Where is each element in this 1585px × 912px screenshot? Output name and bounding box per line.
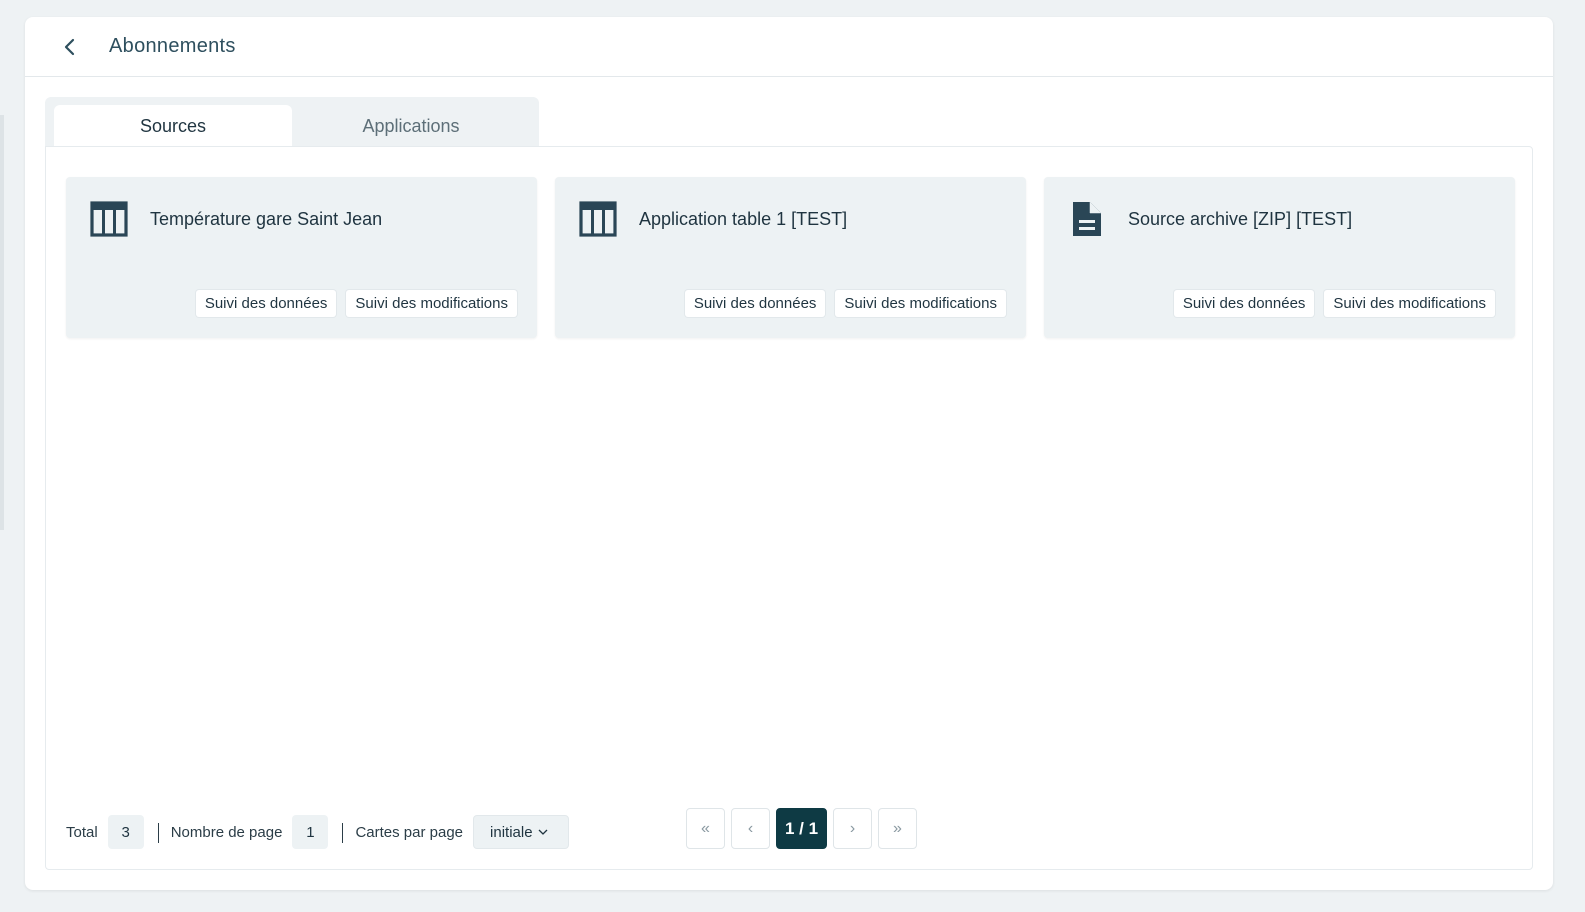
table-icon [90, 201, 128, 237]
current-page-indicator[interactable]: 1 / 1 [776, 808, 827, 849]
changes-tracking-button[interactable]: Suivi des modifications [1324, 290, 1495, 317]
data-tracking-button[interactable]: Suivi des données [1173, 290, 1315, 317]
total-label: Total [66, 823, 98, 841]
page-count: 1 [292, 815, 329, 849]
page-count-label: Nombre de page [170, 823, 283, 841]
card-title: Application table 1 [TEST] [639, 209, 848, 229]
card-actions: Suivi des données Suivi des modification… [195, 290, 517, 317]
changes-tracking-button[interactable]: Suivi des modifications [835, 290, 1006, 317]
cards-per-page-select[interactable]: initiale [473, 815, 570, 849]
divider [157, 823, 159, 843]
pagination: « ‹ 1 / 1 › » [686, 808, 917, 849]
first-page-button[interactable]: « [686, 808, 725, 849]
page-title: Abonnements [109, 35, 236, 57]
tab-sources[interactable]: Sources [54, 105, 292, 147]
document-icon [1073, 202, 1101, 236]
tab-content: Température gare Saint Jean Suivi des do… [45, 146, 1533, 870]
cards-per-page-value: initiale [490, 823, 533, 841]
subscription-card[interactable]: Température gare Saint Jean Suivi des do… [66, 177, 537, 338]
table-icon [579, 201, 617, 237]
left-edge-strip [0, 115, 4, 530]
chevron-left-icon [64, 38, 75, 55]
last-page-button[interactable]: » [878, 808, 917, 849]
chevron-down-icon [538, 829, 548, 835]
back-button[interactable] [61, 38, 79, 56]
card-title: Source archive [ZIP] [TEST] [1128, 209, 1353, 229]
cards-per-page-label: Cartes par page [355, 823, 464, 841]
card-title: Température gare Saint Jean [150, 209, 383, 229]
divider [342, 823, 344, 843]
page-header: Abonnements [25, 17, 1553, 77]
card-list: Température gare Saint Jean Suivi des do… [66, 177, 1515, 338]
data-tracking-button[interactable]: Suivi des données [684, 290, 826, 317]
subscription-card[interactable]: Source archive [ZIP] [TEST] Suivi des do… [1044, 177, 1515, 338]
next-page-button[interactable]: › [833, 808, 872, 849]
data-tracking-button[interactable]: Suivi des données [195, 290, 337, 317]
total-count: 3 [107, 815, 144, 849]
card-actions: Suivi des données Suivi des modification… [684, 290, 1006, 317]
tab-bar: Sources Applications [45, 97, 539, 147]
results-footer: Total 3 Nombre de page 1 Cartes par page… [66, 815, 570, 849]
subscription-card[interactable]: Application table 1 [TEST] Suivi des don… [555, 177, 1026, 338]
previous-page-button[interactable]: ‹ [731, 808, 770, 849]
tab-applications[interactable]: Applications [292, 105, 530, 147]
card-actions: Suivi des données Suivi des modification… [1173, 290, 1495, 317]
main-panel: Abonnements Sources Applications Tempéra… [25, 17, 1553, 890]
changes-tracking-button[interactable]: Suivi des modifications [346, 290, 517, 317]
